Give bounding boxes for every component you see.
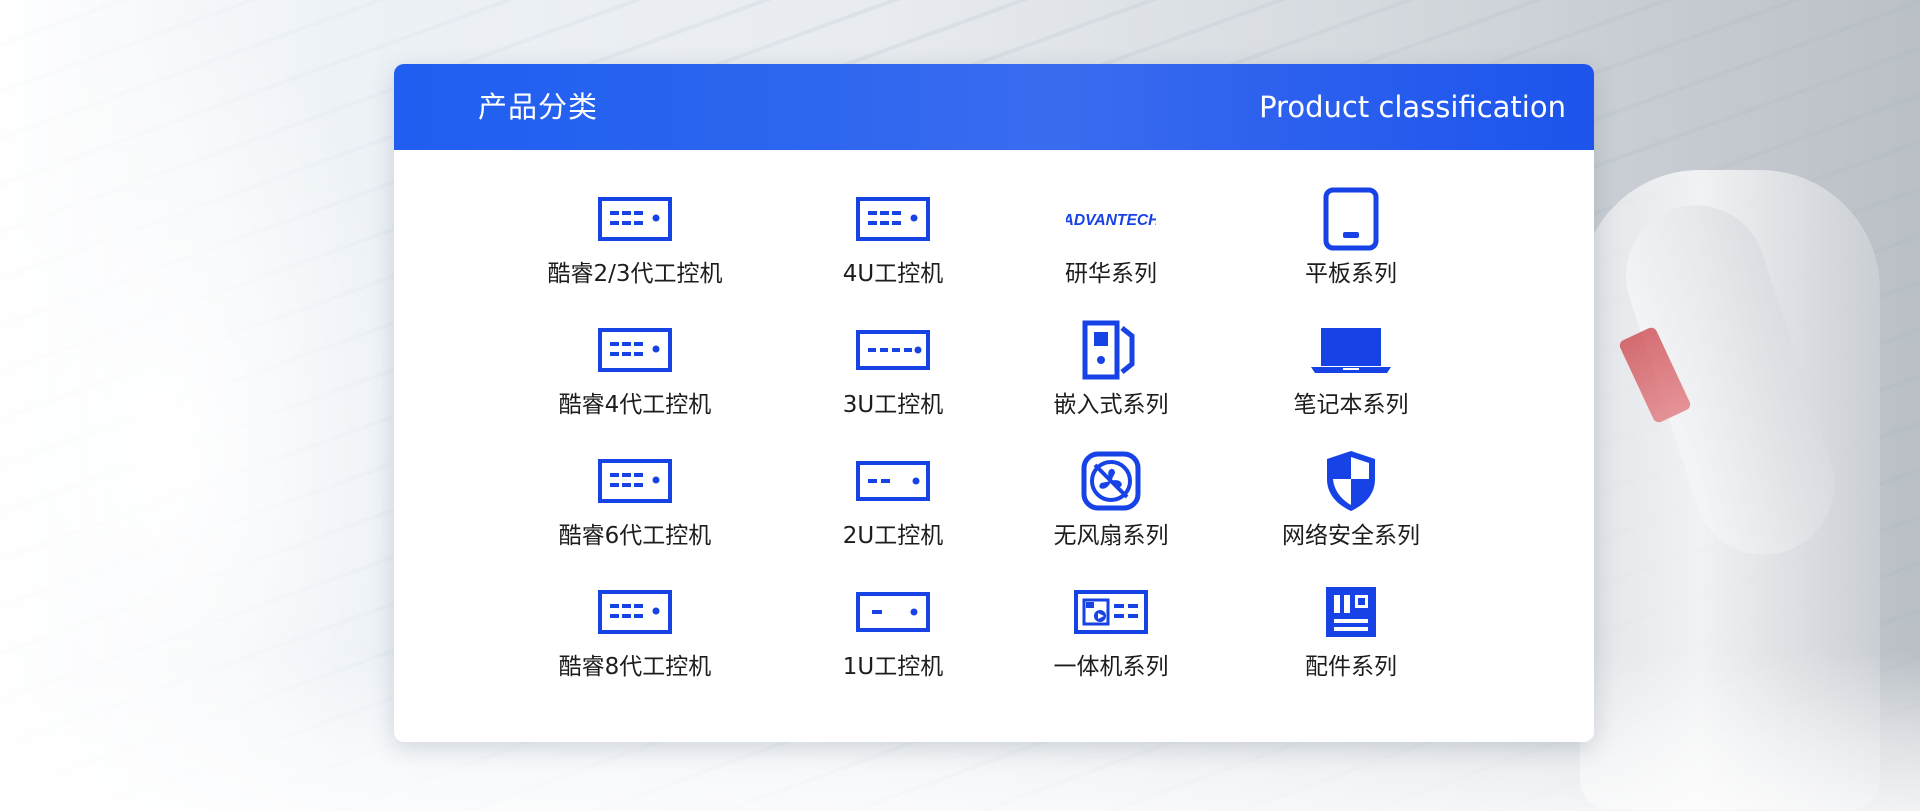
category-label: 无风扇系列 <box>1053 523 1169 549</box>
category-item[interactable]: 3U工控机 <box>783 317 1003 427</box>
advantech-logo: ADVANTECH <box>1066 186 1156 252</box>
category-label: 1U工控机 <box>842 654 944 680</box>
category-grid: 酷睿2/3代工控机 4U工控机 ADVANTECH 研华系列 平板系列 酷睿4代… <box>394 150 1594 742</box>
category-label: 酷睿4代工控机 <box>558 392 712 418</box>
category-item[interactable]: 酷睿4代工控机 <box>525 317 745 427</box>
panel-header: 产品分类 Product classification <box>394 64 1594 150</box>
category-label: 配件系列 <box>1305 654 1397 680</box>
panel-title-cn: 产品分类 <box>478 90 599 124</box>
server-4dot-icon <box>590 579 680 645</box>
category-item[interactable]: 酷睿2/3代工控机 <box>525 186 745 296</box>
server-4dot-icon <box>590 448 680 514</box>
category-label: 2U工控机 <box>842 523 944 549</box>
category-label: 笔记本系列 <box>1293 392 1409 418</box>
advantech-logo-text: ADVANTECH <box>1066 212 1156 229</box>
category-item[interactable]: 酷睿8代工控机 <box>525 579 745 689</box>
category-item[interactable]: 网络安全系列 <box>1241 448 1461 558</box>
server-4dot-icon <box>848 186 938 252</box>
category-label: 4U工控机 <box>842 261 944 287</box>
embedded-box-icon <box>1066 317 1156 383</box>
category-item[interactable]: 2U工控机 <box>783 448 1003 558</box>
category-item[interactable]: 酷睿6代工控机 <box>525 448 745 558</box>
category-label: 嵌入式系列 <box>1053 392 1169 418</box>
shield-icon <box>1306 448 1396 514</box>
category-label: 网络安全系列 <box>1282 523 1420 549</box>
category-label: 3U工控机 <box>842 392 944 418</box>
category-label: 研华系列 <box>1065 261 1157 287</box>
category-label: 酷睿6代工控机 <box>558 523 712 549</box>
category-item[interactable]: 配件系列 <box>1241 579 1461 689</box>
server-4dot-icon <box>590 186 680 252</box>
server-4dot-icon <box>590 317 680 383</box>
category-item[interactable]: 平板系列 <box>1241 186 1461 296</box>
server-1dash-icon <box>848 579 938 645</box>
motherboard-icon <box>1306 579 1396 645</box>
tablet-icon <box>1306 186 1396 252</box>
category-item[interactable]: 1U工控机 <box>783 579 1003 689</box>
category-label: 平板系列 <box>1305 261 1397 287</box>
all-in-one-icon <box>1066 579 1156 645</box>
category-item[interactable]: 嵌入式系列 <box>1001 317 1221 427</box>
category-item[interactable]: 4U工控机 <box>783 186 1003 296</box>
category-item[interactable]: 笔记本系列 <box>1241 317 1461 427</box>
server-3dash-icon <box>848 317 938 383</box>
fanless-icon <box>1066 448 1156 514</box>
product-classification-panel: 产品分类 Product classification 酷睿2/3代工控机 4U… <box>394 64 1594 742</box>
panel-title-en: Product classification <box>1259 90 1566 124</box>
category-item[interactable]: 一体机系列 <box>1001 579 1221 689</box>
laptop-icon <box>1306 317 1396 383</box>
server-2dash-icon <box>848 448 938 514</box>
category-item[interactable]: 无风扇系列 <box>1001 448 1221 558</box>
category-label: 一体机系列 <box>1053 654 1169 680</box>
category-label: 酷睿8代工控机 <box>558 654 712 680</box>
category-item[interactable]: ADVANTECH 研华系列 <box>1001 186 1221 296</box>
category-label: 酷睿2/3代工控机 <box>547 261 723 287</box>
